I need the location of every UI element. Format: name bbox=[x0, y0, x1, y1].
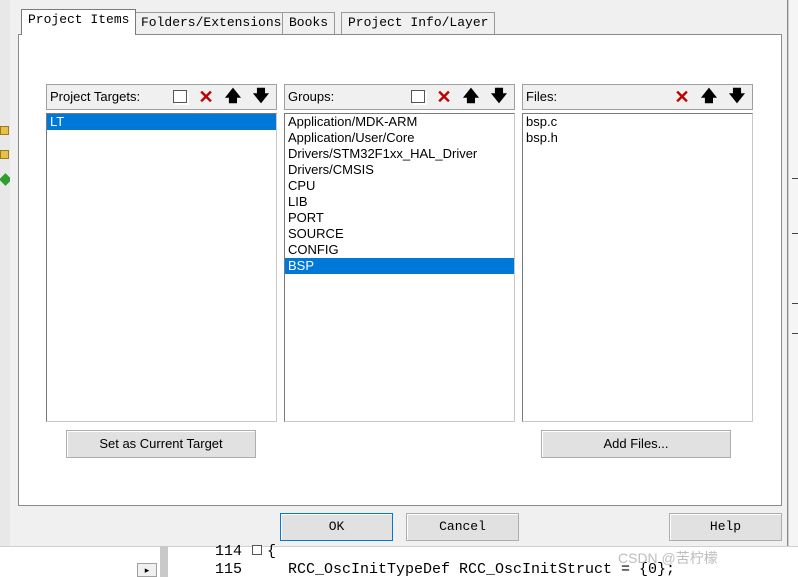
folder-icon bbox=[0, 126, 9, 135]
tab-books[interactable]: Books bbox=[282, 12, 336, 34]
list-item[interactable]: Application/User/Core bbox=[285, 130, 514, 146]
line-number: 115 bbox=[215, 561, 243, 577]
scroll-right-button[interactable]: ▸ bbox=[137, 563, 157, 577]
background-tick bbox=[792, 333, 798, 334]
list-item[interactable]: Drivers/STM32F1xx_HAL_Driver bbox=[285, 146, 514, 162]
delete-file-button[interactable]: ✕ bbox=[671, 86, 693, 108]
new-group-button[interactable] bbox=[407, 86, 429, 108]
list-item[interactable]: bsp.h bbox=[523, 130, 752, 146]
files-list[interactable]: bsp.c bsp.h bbox=[522, 113, 753, 422]
background-tick bbox=[792, 178, 798, 179]
list-item[interactable]: LT bbox=[47, 114, 276, 130]
move-target-up-button[interactable]: 🡅 bbox=[222, 86, 244, 108]
project-items-panel: Project Targets: ✕ 🡅 🡇 LT Groups: ✕ 🡅 🡇 … bbox=[18, 34, 782, 506]
move-file-down-button[interactable]: 🡇 bbox=[726, 86, 748, 108]
new-target-button[interactable] bbox=[169, 86, 191, 108]
move-up-icon: 🡅 bbox=[700, 88, 718, 105]
list-item[interactable]: CPU bbox=[285, 178, 514, 194]
set-as-current-target-button[interactable]: Set as Current Target bbox=[66, 430, 256, 458]
move-file-up-button[interactable]: 🡅 bbox=[698, 86, 720, 108]
cancel-button[interactable]: Cancel bbox=[406, 513, 519, 541]
list-item[interactable]: PORT bbox=[285, 210, 514, 226]
list-item[interactable]: SOURCE bbox=[285, 226, 514, 242]
tab-project-items[interactable]: Project Items bbox=[21, 9, 137, 35]
delete-icon: ✕ bbox=[674, 87, 690, 107]
new-item-icon bbox=[411, 90, 425, 103]
list-item[interactable]: CONFIG bbox=[285, 242, 514, 258]
delete-icon: ✕ bbox=[198, 87, 214, 107]
delete-group-button[interactable]: ✕ bbox=[433, 86, 455, 108]
project-targets-list[interactable]: LT bbox=[46, 113, 277, 422]
move-down-icon: 🡇 bbox=[728, 88, 746, 105]
move-up-icon: 🡅 bbox=[462, 88, 480, 105]
background-window-strip bbox=[0, 0, 10, 577]
delete-target-button[interactable]: ✕ bbox=[195, 86, 217, 108]
move-target-down-button[interactable]: 🡇 bbox=[250, 86, 272, 108]
tab-project-info-layer[interactable]: Project Info/Layer bbox=[341, 12, 496, 34]
move-down-icon: 🡇 bbox=[252, 88, 270, 105]
files-label: Files: bbox=[526, 89, 558, 104]
list-item[interactable]: Application/MDK-ARM bbox=[285, 114, 514, 130]
groups-header: Groups: ✕ 🡅 🡇 bbox=[284, 84, 515, 110]
background-tick bbox=[792, 233, 798, 234]
new-item-icon bbox=[173, 90, 187, 103]
move-group-up-button[interactable]: 🡅 bbox=[460, 86, 482, 108]
files-header: Files: ✕ 🡅 🡇 bbox=[522, 84, 753, 110]
help-button[interactable]: Help bbox=[669, 513, 782, 541]
list-item[interactable]: BSP bbox=[285, 258, 514, 274]
editor-gutter bbox=[160, 546, 168, 577]
folder-icon bbox=[0, 150, 9, 159]
watermark: CSDN @苦柠檬 bbox=[618, 550, 718, 566]
add-files-button[interactable]: Add Files... bbox=[541, 430, 731, 458]
delete-icon: ✕ bbox=[436, 87, 452, 107]
list-item[interactable]: Drivers/CMSIS bbox=[285, 162, 514, 178]
groups-list[interactable]: Application/MDK-ARM Application/User/Cor… bbox=[284, 113, 515, 422]
background-tick bbox=[792, 303, 798, 304]
list-item[interactable]: LIB bbox=[285, 194, 514, 210]
groups-label: Groups: bbox=[288, 89, 335, 104]
code-line: { bbox=[267, 543, 277, 560]
tab-folders-extensions[interactable]: Folders/Extensions bbox=[134, 12, 289, 34]
project-targets-header: Project Targets: ✕ 🡅 🡇 bbox=[46, 84, 277, 110]
fold-marker-icon bbox=[252, 545, 262, 555]
project-targets-label: Project Targets: bbox=[50, 89, 141, 104]
line-number: 114 bbox=[215, 543, 243, 560]
move-up-icon: 🡅 bbox=[224, 88, 242, 105]
move-down-icon: 🡇 bbox=[490, 88, 508, 105]
background-window-strip bbox=[788, 0, 798, 577]
ok-button[interactable]: OK bbox=[280, 513, 393, 541]
list-item[interactable]: bsp.c bbox=[523, 114, 752, 130]
move-group-down-button[interactable]: 🡇 bbox=[488, 86, 510, 108]
